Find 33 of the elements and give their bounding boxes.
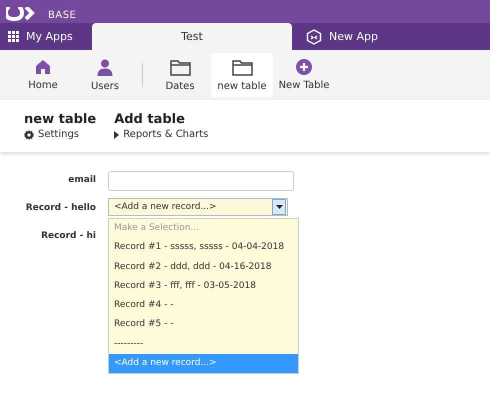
home-icon bbox=[35, 59, 51, 75]
add-table-link[interactable]: Add table bbox=[114, 112, 208, 127]
field-label: Record - hello bbox=[24, 202, 96, 213]
user-icon bbox=[97, 58, 113, 76]
folder-icon bbox=[232, 58, 252, 76]
table-tab[interactable]: New Table bbox=[273, 53, 335, 97]
app-tab[interactable]: My Apps bbox=[0, 23, 92, 50]
dropdown-option[interactable]: Record #3 - fff, fff - 03-05-2018 bbox=[109, 276, 298, 296]
folder-icon bbox=[170, 58, 190, 76]
table-tab[interactable]: Home bbox=[12, 53, 74, 97]
table-tab[interactable]: Users bbox=[74, 53, 136, 97]
dropdown-option[interactable]: --------- bbox=[109, 334, 298, 354]
field-label: email bbox=[67, 174, 96, 185]
reports-link[interactable]: Reports & Charts bbox=[114, 129, 208, 140]
table-tab[interactable]: Dates bbox=[149, 53, 211, 97]
settings-link[interactable]: Settings bbox=[24, 129, 96, 140]
add-icon bbox=[296, 59, 312, 75]
triangle-icon bbox=[114, 130, 120, 138]
gear-icon bbox=[24, 130, 34, 140]
field-label: Record - hi bbox=[40, 230, 96, 241]
dropdown-option[interactable]: Record #5 - - bbox=[109, 315, 298, 335]
dropdown-option[interactable]: Record #2 - ddd, ddd - 04-16-2018 bbox=[109, 258, 298, 277]
page-title: new table bbox=[24, 112, 96, 127]
email-field[interactable] bbox=[108, 170, 294, 190]
table-tab[interactable]: new table bbox=[211, 53, 273, 97]
cube-icon bbox=[306, 28, 322, 44]
apps-grid-icon bbox=[8, 31, 19, 42]
record-select[interactable]: <Add a new record...> bbox=[108, 198, 288, 216]
app-tab[interactable]: Test bbox=[92, 23, 292, 50]
app-tab[interactable]: New App bbox=[292, 23, 386, 50]
dropdown-option[interactable]: Record #1 - sssss, sssss - 04-04-2018 bbox=[109, 238, 298, 258]
logo-text: BASE bbox=[48, 10, 76, 22]
dropdown-option[interactable]: Record #4 - - bbox=[109, 296, 298, 316]
